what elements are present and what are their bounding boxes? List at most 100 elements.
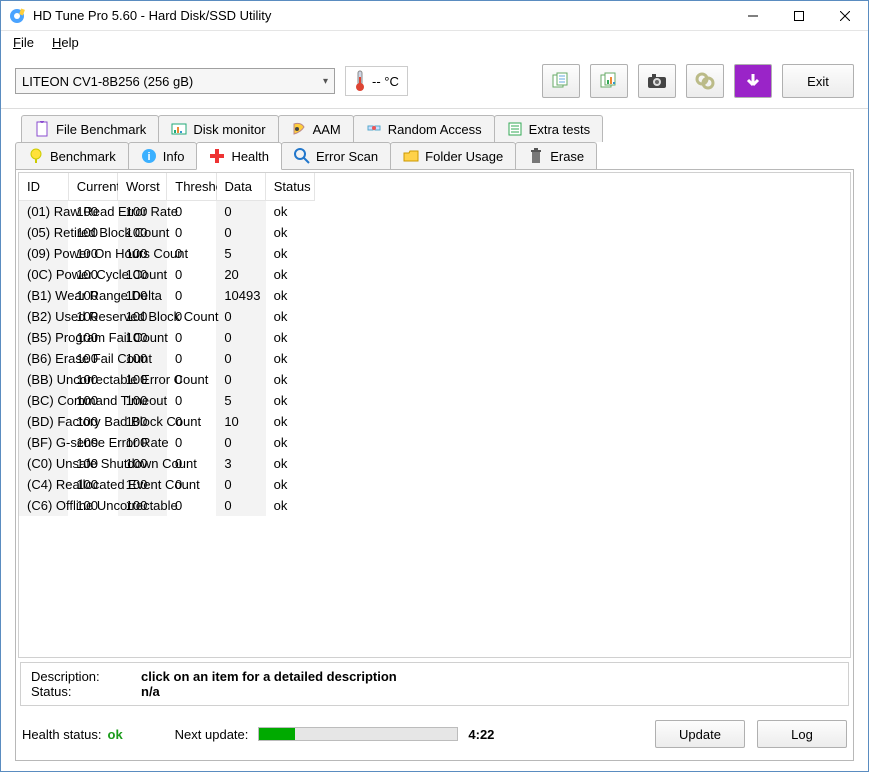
table-row[interactable]: (0C) Power Cycle Count100100020ok [19,264,315,285]
col-current[interactable]: Current [68,173,117,201]
cell-status: ok [266,222,315,243]
cell-id: (BC) Command Timeout [19,390,68,411]
status-value: n/a [141,684,160,699]
minimize-button[interactable] [730,1,776,31]
cell-id: (C4) Reallocated Event Count [19,474,68,495]
tab-aam[interactable]: AAM [278,115,354,142]
table-row[interactable]: (C0) Unsafe Shutdown Count10010003ok [19,453,315,474]
svg-text:i: i [147,151,150,163]
exit-button-label: Exit [807,74,829,89]
table-row[interactable]: (BB) Uncorrectable Error Count10010000ok [19,369,315,390]
cell-data: 0 [216,474,265,495]
table-row[interactable]: (09) Power On Hours Count10010005ok [19,243,315,264]
thermometer-icon [354,69,366,93]
cell-threshold: 0 [167,348,216,369]
menu-help[interactable]: Help [52,35,79,50]
file-benchmark-icon [34,121,50,137]
tab-erase[interactable]: Erase [515,142,597,169]
cell-id: (05) Retired Block Count [19,222,68,243]
cell-status: ok [266,306,315,327]
cell-threshold: 0 [167,390,216,411]
tab-row-upper: File BenchmarkDisk monitorAAMRandom Acce… [21,115,854,142]
menu-help-rest: elp [61,35,78,50]
cell-status: ok [266,390,315,411]
log-button[interactable]: Log [757,720,847,748]
tab-extra-tests[interactable]: Extra tests [494,115,603,142]
table-row[interactable]: (B2) Used Reserved Block Count10010000ok [19,306,315,327]
cell-data: 0 [216,369,265,390]
copy-info-button[interactable] [542,64,580,98]
copy-results-button[interactable] [590,64,628,98]
cell-data: 0 [216,495,265,516]
cell-id: (BB) Uncorrectable Error Count [19,369,68,390]
col-id[interactable]: ID [19,173,68,201]
disk-monitor-icon [171,121,187,137]
cell-id: (B6) Erase Fail Count [19,348,68,369]
tab-disk-monitor[interactable]: Disk monitor [158,115,278,142]
next-update-label: Next update: [175,727,249,742]
update-button[interactable]: Update [655,720,745,748]
maximize-button[interactable] [776,1,822,31]
table-row[interactable]: (C4) Reallocated Event Count10010000ok [19,474,315,495]
cell-threshold: 0 [167,264,216,285]
table-row[interactable]: (B1) Wear Range Delta100100010493ok [19,285,315,306]
drive-select-value: LITEON CV1-8B256 (256 gB) [22,74,193,89]
cell-status: ok [266,327,315,348]
tab-random-access[interactable]: Random Access [353,115,495,142]
toolbar: LITEON CV1-8B256 (256 gB) ▾ -- °C Exit [1,56,868,109]
smart-table-wrap: ID Current Worst Threshold Data Status [18,172,851,658]
drive-select[interactable]: LITEON CV1-8B256 (256 gB) ▾ [15,68,335,94]
cell-data: 5 [216,243,265,264]
cell-data: 3 [216,453,265,474]
app-icon [9,8,25,24]
table-row[interactable]: (BF) G-sense Error Rate10010000ok [19,432,315,453]
cell-status: ok [266,201,315,222]
temperature-value: -- °C [372,74,399,89]
tab-label: Health [231,149,269,164]
tab-error-scan[interactable]: Error Scan [281,142,391,169]
tab-info[interactable]: i Info [128,142,198,169]
screenshot-button[interactable] [638,64,676,98]
tab-file-benchmark[interactable]: File Benchmark [21,115,159,142]
col-data[interactable]: Data [216,173,265,201]
tab-label: Benchmark [50,149,116,164]
cell-status: ok [266,264,315,285]
error-scan-icon [294,148,310,164]
table-row[interactable]: (05) Retired Block Count10010000ok [19,222,315,243]
cell-status: ok [266,432,315,453]
col-threshold[interactable]: Threshold [167,173,216,201]
table-row[interactable]: (B6) Erase Fail Count10010000ok [19,348,315,369]
col-status[interactable]: Status [265,173,314,201]
table-row[interactable]: (BD) Factory Bad Block Count100100010ok [19,411,315,432]
tab-label: Info [163,149,185,164]
exit-button[interactable]: Exit [782,64,854,98]
cell-data: 10 [216,411,265,432]
tab-folder-usage[interactable]: Folder Usage [390,142,516,169]
menu-file-rest: ile [21,35,34,50]
folder-usage-icon [403,148,419,164]
description-value: click on an item for a detailed descript… [141,669,397,684]
table-row[interactable]: (01) Raw Read Error Rate10010000ok [19,201,315,222]
tab-health[interactable]: Health [196,142,282,170]
tab-benchmark[interactable]: Benchmark [15,142,129,169]
tab-row-lower: Benchmark i Info Health Error ScanFolder Usa… [15,142,854,169]
cell-status: ok [266,285,315,306]
health-status-value: ok [108,727,123,742]
save-button[interactable] [734,64,772,98]
cell-data: 0 [216,348,265,369]
table-row[interactable]: (BC) Command Timeout10010005ok [19,390,315,411]
cell-worst: 100 [118,348,167,369]
health-status-label: Health status: [22,727,102,742]
cell-id: (09) Power On Hours Count [19,243,68,264]
close-button[interactable] [822,1,868,31]
cell-id: (B1) Wear Range Delta [19,285,68,306]
table-row[interactable]: (C6) Offline Uncorrectable10010000ok [19,495,315,516]
next-update-value: 4:22 [468,727,494,742]
options-button[interactable] [686,64,724,98]
col-worst[interactable]: Worst [118,173,167,201]
menu-file[interactable]: File [13,35,34,50]
menubar: File Help [1,31,868,56]
cell-data: 0 [216,201,265,222]
smart-table-body-scroll[interactable]: (01) Raw Read Error Rate10010000ok(05) R… [19,201,850,657]
table-row[interactable]: (B5) Program Fail Count10010000ok [19,327,315,348]
